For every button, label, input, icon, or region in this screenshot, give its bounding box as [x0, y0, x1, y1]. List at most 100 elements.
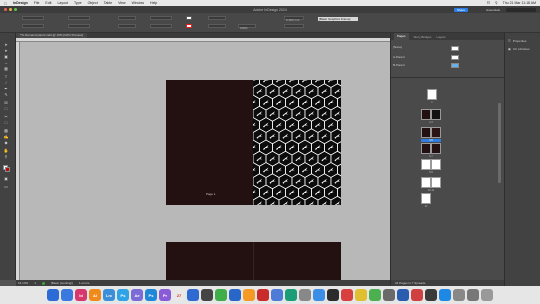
dock-app-icon[interactable]: Id [75, 289, 87, 301]
dock-app-icon[interactable] [481, 289, 493, 301]
height-field[interactable] [68, 24, 90, 28]
master-b-parent[interactable]: B-Parent [393, 63, 405, 67]
apple-icon[interactable]:  [4, 1, 7, 6]
share-button[interactable]: Share [453, 7, 468, 12]
content-collector-icon[interactable]: ▦ [3, 67, 9, 71]
menu-table[interactable]: Table [104, 1, 112, 5]
page-1[interactable]: Page 1 [166, 80, 253, 205]
preflight-profile[interactable]: [Basic (working)] [51, 281, 73, 285]
dock-app-icon[interactable] [257, 289, 269, 301]
formatting-toggle-icon[interactable]: ▣ [3, 177, 9, 181]
pencil-tool-icon[interactable]: ✎ [3, 93, 9, 97]
y-position-field[interactable] [22, 24, 44, 28]
search-icon[interactable]: ⚲ [495, 1, 498, 5]
master-none-thumb[interactable] [451, 46, 459, 51]
stroke-color-icon[interactable] [5, 167, 10, 172]
direct-selection-icon[interactable]: ➤ [3, 49, 9, 53]
page-thumb-6[interactable] [421, 143, 431, 154]
rectangle-tool-icon[interactable]: □ [3, 107, 9, 111]
master-none[interactable]: [None] [393, 45, 402, 49]
hand-tool-icon[interactable]: ✋ [3, 149, 9, 153]
menu-edit[interactable]: Edit [45, 1, 51, 5]
tab-story-bridges[interactable]: Story Bridges [414, 35, 432, 39]
workspace-switcher[interactable]: Essentials [486, 8, 500, 12]
dock-app-icon[interactable] [355, 289, 367, 301]
dock-app-icon[interactable] [61, 289, 73, 301]
page-thumb-8[interactable] [421, 159, 431, 170]
rotation-field[interactable] [150, 16, 172, 20]
gap-tool-icon[interactable]: ↔ [3, 61, 9, 65]
page-thumb-11[interactable] [431, 177, 441, 188]
x-position-field[interactable] [22, 16, 44, 20]
dock-app-icon[interactable] [313, 289, 325, 301]
dock-app-icon[interactable] [411, 289, 423, 301]
cc-libraries-button[interactable]: ▣ CC Libraries [508, 47, 530, 51]
dock-app-icon[interactable] [201, 289, 213, 301]
dock-app-icon[interactable]: Ae [131, 289, 143, 301]
object-style-select[interactable]: [Basic Graphics Frame] [318, 16, 358, 21]
master-a-thumb[interactable] [451, 55, 459, 60]
zoom-tool-icon[interactable]: ⚲ [3, 155, 9, 159]
width-field[interactable] [68, 16, 90, 20]
page-thumb-2[interactable] [421, 109, 431, 120]
zoom-level[interactable]: 16.13% [18, 281, 28, 285]
document-canvas[interactable]: Page 1 [20, 42, 390, 280]
shear-field[interactable] [150, 24, 172, 28]
master-a-parent[interactable]: A-Parent [393, 55, 405, 59]
page-thumb-1[interactable] [427, 89, 437, 100]
zoom-window-icon[interactable] [14, 8, 17, 11]
menu-window[interactable]: Window [132, 1, 144, 5]
dock-app-icon[interactable] [47, 289, 59, 301]
preflight-errors[interactable]: 1 errors [79, 281, 89, 285]
dock-app-icon[interactable] [243, 289, 255, 301]
tab-pages[interactable]: Pages [394, 33, 409, 40]
selection-tool-icon[interactable]: ➤ [3, 43, 9, 47]
page-4[interactable] [253, 242, 341, 280]
eyedropper-tool-icon[interactable]: ◆ [3, 141, 9, 145]
page-thumb-7[interactable] [431, 143, 441, 154]
dock-app-icon[interactable]: Pr [159, 289, 171, 301]
dock-app-icon[interactable]: 27 [173, 289, 185, 301]
fill-swatch[interactable] [186, 16, 192, 20]
stroke-offset-field[interactable]: 0.283 mm [284, 16, 304, 22]
fitting-field[interactable] [284, 24, 304, 28]
dock-app-icon[interactable] [369, 289, 381, 301]
master-b-thumb[interactable] [451, 63, 459, 68]
close-window-icon[interactable] [4, 8, 7, 11]
screen-mode-icon[interactable]: ▭ [3, 185, 9, 189]
tab-layers[interactable]: Layers [437, 35, 446, 39]
note-tool-icon[interactable]: ✍ [3, 135, 9, 139]
line-tool-icon[interactable]: / [3, 81, 9, 85]
properties-panel-button[interactable]: ☰ Properties [508, 39, 526, 43]
dock-app-icon[interactable] [467, 289, 479, 301]
pen-tool-icon[interactable]: ✒ [3, 87, 9, 91]
dock-app-icon[interactable] [285, 289, 297, 301]
page-3[interactable] [166, 242, 253, 280]
dock-app-icon[interactable] [229, 289, 241, 301]
transform-tool-icon[interactable]: □ [3, 121, 9, 125]
dock-app-icon[interactable]: Ps [117, 289, 129, 301]
dock-app-icon[interactable]: Ps [145, 289, 157, 301]
dock-app-icon[interactable]: Lrc [103, 289, 115, 301]
opacity-field[interactable]: 100% [238, 24, 256, 30]
menu-type[interactable]: Type [74, 1, 82, 5]
frame-tool-icon[interactable]: ☒ [3, 101, 9, 105]
menu-view[interactable]: View [118, 1, 126, 5]
stroke-weight-field[interactable] [208, 16, 226, 20]
type-tool-icon[interactable]: T [3, 75, 9, 79]
page-thumb-10[interactable] [421, 177, 431, 188]
dock-app-icon[interactable] [299, 289, 311, 301]
dock-app-icon[interactable] [327, 289, 339, 301]
menu-clock[interactable]: Thu 21 Mar 11:18 AM [503, 1, 536, 5]
menu-layout[interactable]: Layout [57, 1, 68, 5]
dock-app-icon[interactable] [453, 289, 465, 301]
page-thumb-12[interactable] [421, 193, 431, 204]
dock-app-icon[interactable] [341, 289, 353, 301]
page-2-pattern[interactable] [253, 80, 341, 205]
page-thumb-3[interactable] [431, 109, 441, 120]
scissors-tool-icon[interactable]: ✂ [3, 115, 9, 119]
page-thumb-9[interactable] [431, 159, 441, 170]
dock-app-icon[interactable] [271, 289, 283, 301]
wifi-icon[interactable]: ☷ [487, 1, 490, 5]
stroke-type-field[interactable] [208, 24, 226, 28]
